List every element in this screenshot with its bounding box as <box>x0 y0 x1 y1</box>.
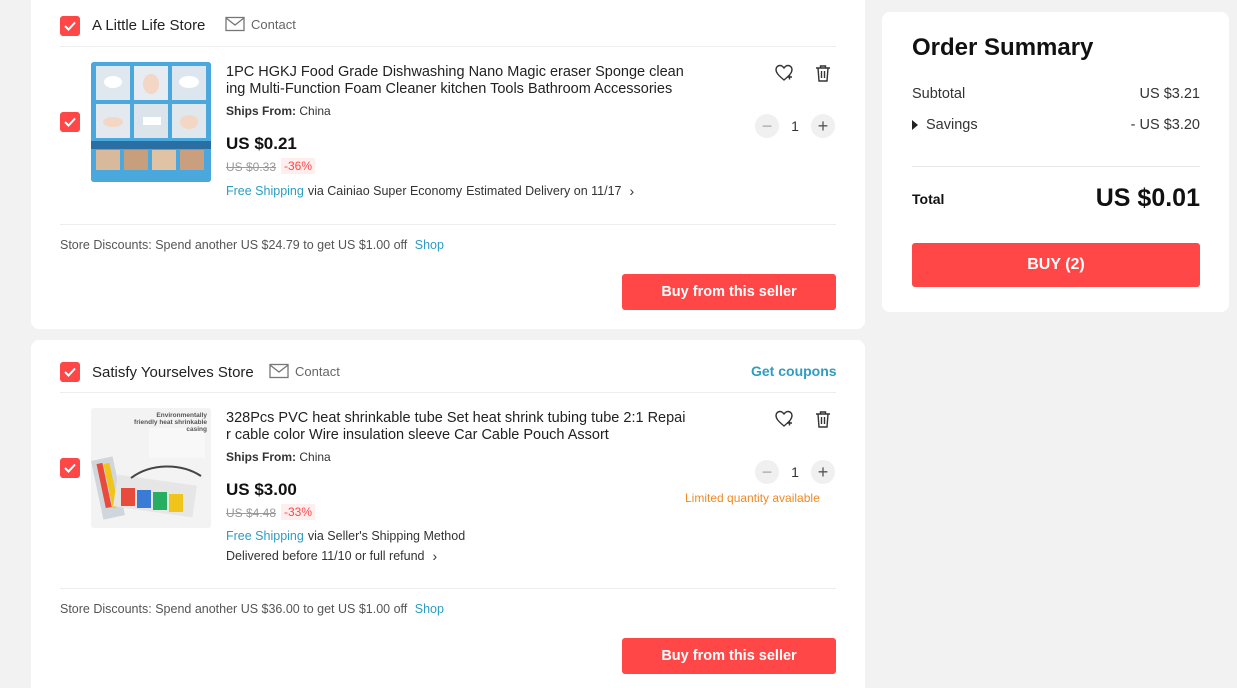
shop-link[interactable]: Shop <box>415 602 444 616</box>
contact-label: Contact <box>295 363 340 379</box>
minus-icon: − <box>761 462 773 482</box>
store-discount-label: Store Discounts: <box>60 602 152 616</box>
checkbox-checked-icon <box>64 117 76 127</box>
delivery-estimate: Estimated Delivery on 11/17 <box>466 184 622 198</box>
minus-icon: − <box>761 116 773 136</box>
original-price: US $0.33 <box>226 160 277 174</box>
quantity-value[interactable]: 1 <box>785 118 805 134</box>
shipping-method: via Seller's Shipping Method <box>307 529 466 543</box>
ships-from: Ships From: China <box>226 450 331 464</box>
wishlist-button[interactable] <box>773 408 795 430</box>
store-card-1: A Little Life Store Contact 1PC HGKJ Foo… <box>31 0 865 329</box>
total-row: Total US $0.01 <box>912 184 1200 213</box>
quantity-decrease-button[interactable]: − <box>755 460 779 484</box>
buy-from-seller-button[interactable]: Buy from this seller <box>622 638 836 674</box>
discount-badge: -33% <box>281 504 316 520</box>
buy-button[interactable]: BUY (2) <box>912 243 1200 287</box>
delete-button[interactable] <box>812 408 834 430</box>
order-summary-title: Order Summary <box>912 34 1094 61</box>
store-discount-text: Spend another US $36.00 to get US $1.00 … <box>155 602 408 616</box>
checkbox-checked-icon <box>64 367 76 377</box>
ships-from-label: Ships From: <box>226 450 297 464</box>
wishlist-button[interactable] <box>773 62 795 84</box>
subtotal-row: Subtotal US $3.21 <box>912 86 1200 102</box>
savings-label: Savings <box>926 117 978 133</box>
item-checkbox[interactable] <box>60 458 80 478</box>
original-price: US $4.48 <box>226 506 277 520</box>
discount-badge: -36% <box>281 158 316 174</box>
trash-icon <box>816 411 830 428</box>
free-shipping-label: Free Shipping <box>226 529 304 543</box>
trash-icon <box>816 65 830 82</box>
divider <box>60 46 836 47</box>
store-name[interactable]: Satisfy Yourselves Store <box>92 364 254 381</box>
store-checkbox[interactable] <box>60 362 80 382</box>
free-shipping-label: Free Shipping <box>226 184 304 198</box>
product-price: US $0.21 <box>226 134 297 153</box>
store-checkbox[interactable] <box>60 16 80 36</box>
heart-plus-icon <box>775 410 793 427</box>
store-discount-label: Store Discounts: <box>60 238 152 252</box>
shop-link[interactable]: Shop <box>415 238 444 252</box>
contact-link[interactable]: Contact <box>225 16 296 32</box>
quantity-increase-button[interactable]: + <box>811 114 835 138</box>
delivery-estimate: Delivered before 11/10 or full refund <box>226 549 425 563</box>
order-summary-panel: Order Summary Subtotal US $3.21 Savings … <box>882 12 1229 312</box>
checkbox-checked-icon <box>64 463 76 473</box>
delete-button[interactable] <box>812 62 834 84</box>
divider <box>912 166 1200 167</box>
product-title[interactable]: 328Pcs PVC heat shrinkable tube Set heat… <box>226 410 686 444</box>
store-discount-text: Spend another US $24.79 to get US $1.00 … <box>155 238 408 252</box>
image-caption: Environmentally friendly heat shrinkable… <box>134 412 207 433</box>
ships-from-value: China <box>299 104 331 118</box>
quantity-value[interactable]: 1 <box>785 464 805 480</box>
total-value: US $0.01 <box>1095 184 1200 212</box>
ships-from-value: China <box>299 450 331 464</box>
contact-link[interactable]: Contact <box>269 363 340 379</box>
get-coupons-link[interactable]: Get coupons <box>751 363 837 379</box>
store-card-2: Satisfy Yourselves Store Contact Get cou… <box>31 340 865 688</box>
product-title[interactable]: 1PC HGKJ Food Grade Dishwashing Nano Mag… <box>226 64 686 98</box>
buy-from-seller-button[interactable]: Buy from this seller <box>622 274 836 310</box>
store-discounts: Store Discounts: Spend another US $36.00… <box>60 602 444 616</box>
product-price: US $3.00 <box>226 480 297 499</box>
savings-value: - US $3.20 <box>1130 117 1200 133</box>
chevron-right-icon: › <box>432 548 438 564</box>
divider <box>60 588 836 589</box>
delivery-info[interactable]: Delivered before 11/10 or full refund › <box>226 548 437 564</box>
divider <box>60 392 836 393</box>
savings-row[interactable]: Savings - US $3.20 <box>912 117 1200 133</box>
plus-icon: + <box>817 462 829 482</box>
total-label: Total <box>912 190 945 207</box>
mail-icon <box>269 363 289 379</box>
chevron-right-icon: › <box>629 183 635 199</box>
subtotal-label: Subtotal <box>912 86 966 102</box>
store-discounts: Store Discounts: Spend another US $24.79… <box>60 238 444 252</box>
caret-right-icon <box>912 120 918 130</box>
contact-label: Contact <box>251 16 296 32</box>
plus-icon: + <box>817 116 829 136</box>
ships-from-label: Ships From: <box>226 104 297 118</box>
heart-plus-icon <box>775 64 793 81</box>
subtotal-value: US $3.21 <box>1139 86 1200 102</box>
product-image[interactable] <box>91 62 211 182</box>
store-name[interactable]: A Little Life Store <box>92 17 205 34</box>
ships-from: Ships From: China <box>226 104 331 118</box>
quantity-decrease-button[interactable]: − <box>755 114 779 138</box>
shipping-info[interactable]: Free Shipping via Cainiao Super Economy … <box>226 183 634 199</box>
checkbox-checked-icon <box>64 21 76 31</box>
mail-icon <box>225 16 245 32</box>
divider <box>60 224 836 225</box>
quantity-increase-button[interactable]: + <box>811 460 835 484</box>
shipping-method: via Cainiao Super Economy <box>307 184 463 198</box>
limited-quantity-notice: Limited quantity available <box>685 491 820 505</box>
shipping-info[interactable]: Free Shipping via Seller's Shipping Meth… <box>226 529 465 543</box>
item-checkbox[interactable] <box>60 112 80 132</box>
sponge-product-image <box>91 62 211 182</box>
product-image[interactable]: Environmentally friendly heat shrinkable… <box>91 408 211 528</box>
